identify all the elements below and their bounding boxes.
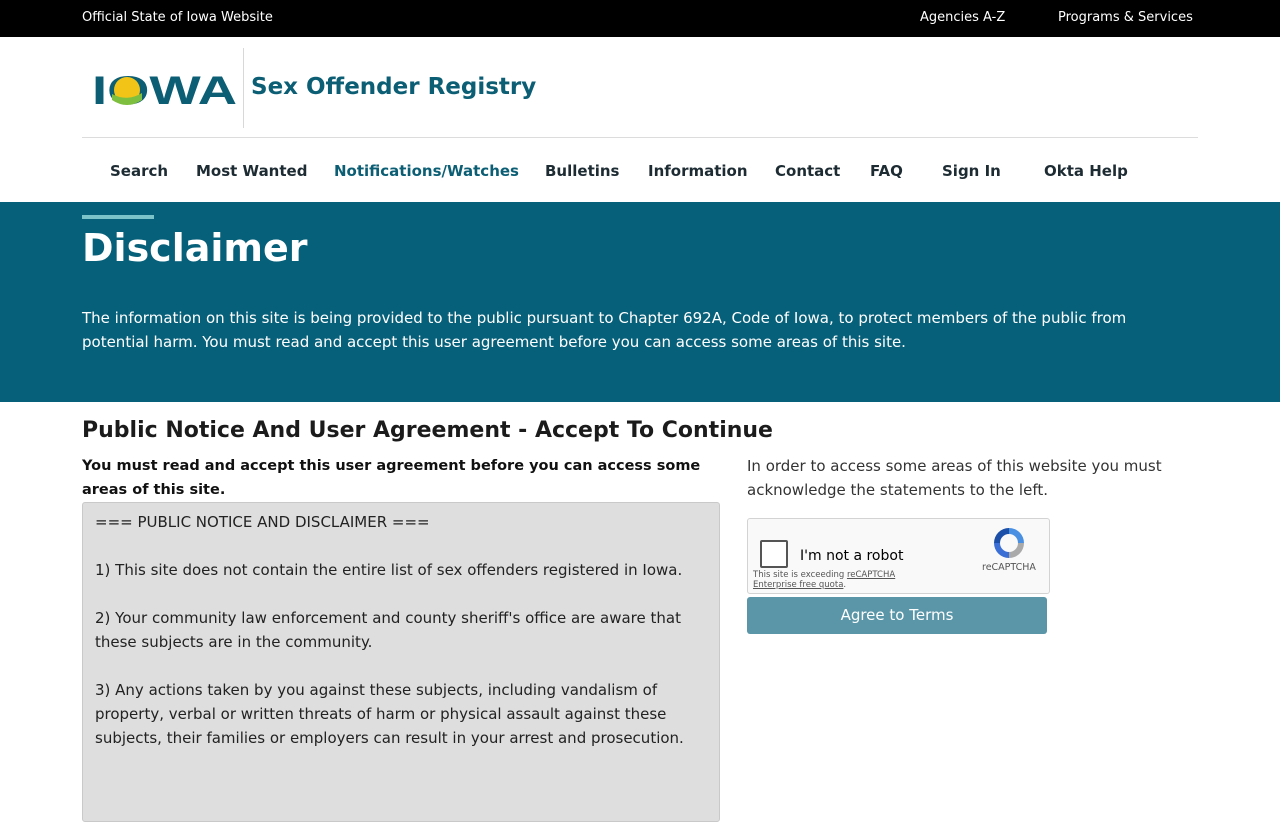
nav-notifications-watches[interactable]: Notifications/Watches bbox=[334, 162, 519, 180]
programs-link[interactable]: Programs & Services bbox=[1058, 10, 1193, 25]
quota-prefix: This site is exceeding bbox=[753, 570, 847, 580]
notice-item-3: 3) Any actions taken by you against thes… bbox=[95, 681, 684, 747]
logo-text: IOWA bbox=[92, 70, 237, 110]
site-title[interactable]: Sex Offender Registry bbox=[251, 74, 536, 100]
agreement-note: You must read and accept this user agree… bbox=[82, 458, 701, 498]
iowa-logo[interactable]: IOWA bbox=[92, 70, 237, 110]
notice-heading: === PUBLIC NOTICE AND DISCLAIMER === bbox=[95, 513, 430, 531]
public-notice-textbox[interactable]: === PUBLIC NOTICE AND DISCLAIMER === 1) … bbox=[82, 502, 720, 822]
brand-divider bbox=[243, 48, 244, 128]
acknowledge-note: In order to access some areas of this we… bbox=[747, 457, 1162, 499]
agreement-section-title: Public Notice And User Agreement - Accep… bbox=[82, 418, 773, 443]
top-bar: Official State of Iowa Website Agencies … bbox=[0, 0, 1280, 37]
hero-description: The information on this site is being pr… bbox=[82, 309, 1127, 351]
recaptcha-widget: I'm not a robot This site is exceeding r… bbox=[747, 518, 1050, 594]
official-site-text: Official State of Iowa Website bbox=[82, 10, 273, 25]
main-nav: Search Most Wanted Notifications/Watches… bbox=[82, 162, 1198, 186]
disclaimer-hero: Disclaimer The information on this site … bbox=[0, 202, 1280, 402]
agencies-link[interactable]: Agencies A-Z bbox=[920, 10, 1005, 25]
notice-item-1: 1) This site does not contain the entire… bbox=[95, 561, 683, 579]
notice-item-2: 2) Your community law enforcement and co… bbox=[95, 609, 681, 651]
recaptcha-checkbox[interactable] bbox=[760, 540, 788, 568]
hero-accent-bar bbox=[82, 215, 154, 219]
nav-faq[interactable]: FAQ bbox=[870, 162, 903, 180]
nav-contact[interactable]: Contact bbox=[775, 162, 840, 180]
page-title: Disclaimer bbox=[82, 226, 308, 270]
nav-information[interactable]: Information bbox=[648, 162, 748, 180]
agree-to-terms-button[interactable]: Agree to Terms bbox=[747, 597, 1047, 634]
recaptcha-label: I'm not a robot bbox=[800, 548, 904, 564]
recaptcha-icon bbox=[994, 528, 1024, 558]
nav-okta-help[interactable]: Okta Help bbox=[1044, 162, 1128, 180]
nav-most-wanted[interactable]: Most Wanted bbox=[196, 162, 307, 180]
recaptcha-quota-note: This site is exceeding reCAPTCHA Enterpr… bbox=[753, 570, 903, 590]
site-header: IOWA Sex Offender Registry bbox=[82, 48, 542, 128]
quota-suffix: . bbox=[843, 580, 847, 590]
nav-bulletins[interactable]: Bulletins bbox=[545, 162, 620, 180]
nav-search[interactable]: Search bbox=[110, 162, 168, 180]
recaptcha-brand: reCAPTCHA bbox=[982, 562, 1036, 573]
nav-sign-in[interactable]: Sign In bbox=[942, 162, 1001, 180]
nav-divider bbox=[82, 137, 1198, 138]
